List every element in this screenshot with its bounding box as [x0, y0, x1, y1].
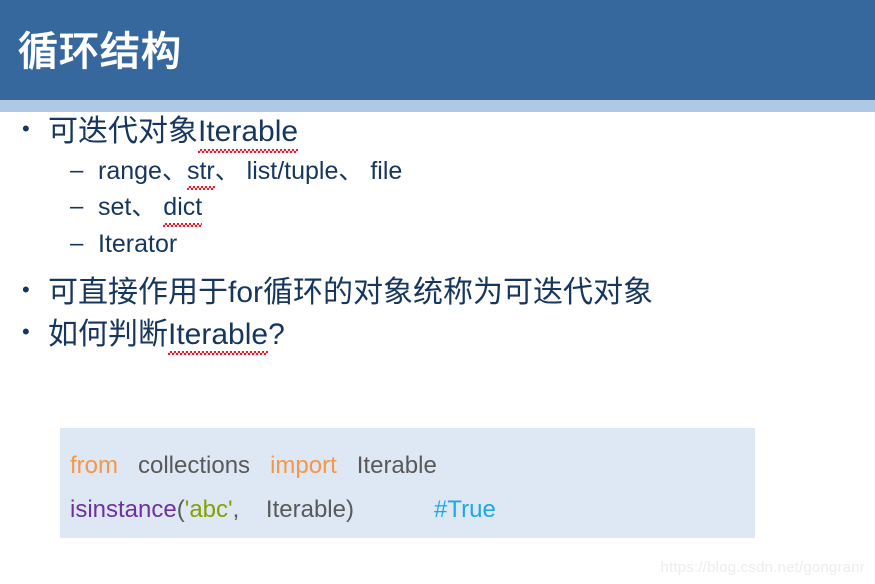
header-accent-stripe — [0, 100, 875, 112]
code-token-kw: from — [70, 452, 118, 479]
text-run: range、 — [98, 156, 187, 185]
code-token-punct: , Iterable) — [232, 496, 354, 523]
page-title: 循环结构 — [18, 30, 182, 74]
text-run: set、 — [98, 193, 164, 222]
code-token-punct: ( — [176, 496, 185, 523]
spellcheck-underline: Iterable — [168, 315, 269, 355]
bullet-dot-icon: • — [22, 116, 30, 141]
bullet-dash-icon: – — [70, 156, 84, 184]
bullet-dash-icon: – — [70, 229, 84, 257]
bullet-dot-icon: • — [22, 277, 30, 303]
text-run: 可直接作用于for循环的对象统称为可迭代对象 — [48, 276, 654, 310]
bullet-text: Iterator — [98, 227, 177, 263]
text-run: Iterator — [98, 229, 178, 258]
code-block: from collections import Iterable isinstan… — [60, 428, 755, 538]
code-lines: from collections import Iterable isinstan… — [70, 444, 755, 532]
text-run: ? — [268, 317, 285, 351]
text-run: 如何判断 — [48, 317, 168, 351]
spellcheck-underline: dict — [163, 190, 202, 227]
slide-header-banner: 循环结构 — [0, 0, 875, 100]
code-token-plain: Iterable — [336, 452, 437, 479]
bullet-text: set、 dict — [98, 190, 202, 227]
bullet-item-level2: – set、 dict — [0, 190, 875, 227]
bullet-dash-icon: – — [70, 193, 84, 221]
code-token-kw: import — [270, 452, 337, 479]
code-token-fn: isinstance — [70, 496, 177, 523]
bullet-text: range、str、 list/tuple、 file — [98, 154, 402, 190]
bullet-item-level1: • 可直接作用于for循环的对象统称为可迭代对象 — [0, 273, 875, 313]
bullet-item-level2: – range、str、 list/tuple、 file — [0, 154, 875, 190]
bullet-list: • 可迭代对象Iterable – range、str、 list/tuple、 fi… — [0, 112, 875, 355]
slide-content-body: • 可迭代对象Iterable – range、str、 list/tuple、 fi… — [0, 112, 875, 584]
code-token-comment: #True — [434, 496, 496, 523]
bullet-item-level1: • 如何判断Iterable? — [0, 315, 875, 355]
spellcheck-underline: str — [186, 154, 215, 190]
bullet-item-level2: – Iterator — [0, 227, 875, 263]
code-line: isinstance('abc', Iterable) #True — [70, 488, 755, 532]
bullet-text: 可直接作用于for循环的对象统称为可迭代对象 — [48, 273, 653, 313]
bullet-text: 如何判断Iterable? — [48, 315, 285, 355]
bullet-text: 可迭代对象Iterable — [48, 112, 299, 153]
code-token-str: 'abc' — [184, 496, 233, 523]
bullet-item-level1: • 可迭代对象Iterable — [0, 112, 875, 153]
bullet-dot-icon: • — [22, 318, 30, 344]
watermark: https://blog.csdn.net/gongranr — [660, 559, 865, 576]
code-line: from collections import Iterable — [70, 444, 755, 488]
code-token-plain: collections — [118, 452, 271, 479]
spellcheck-underline: Iterable — [198, 112, 299, 153]
text-run: 、 list/tuple、 file — [214, 156, 403, 185]
text-run: 可迭代对象 — [48, 115, 198, 148]
bullet-group-spacer — [0, 263, 875, 273]
